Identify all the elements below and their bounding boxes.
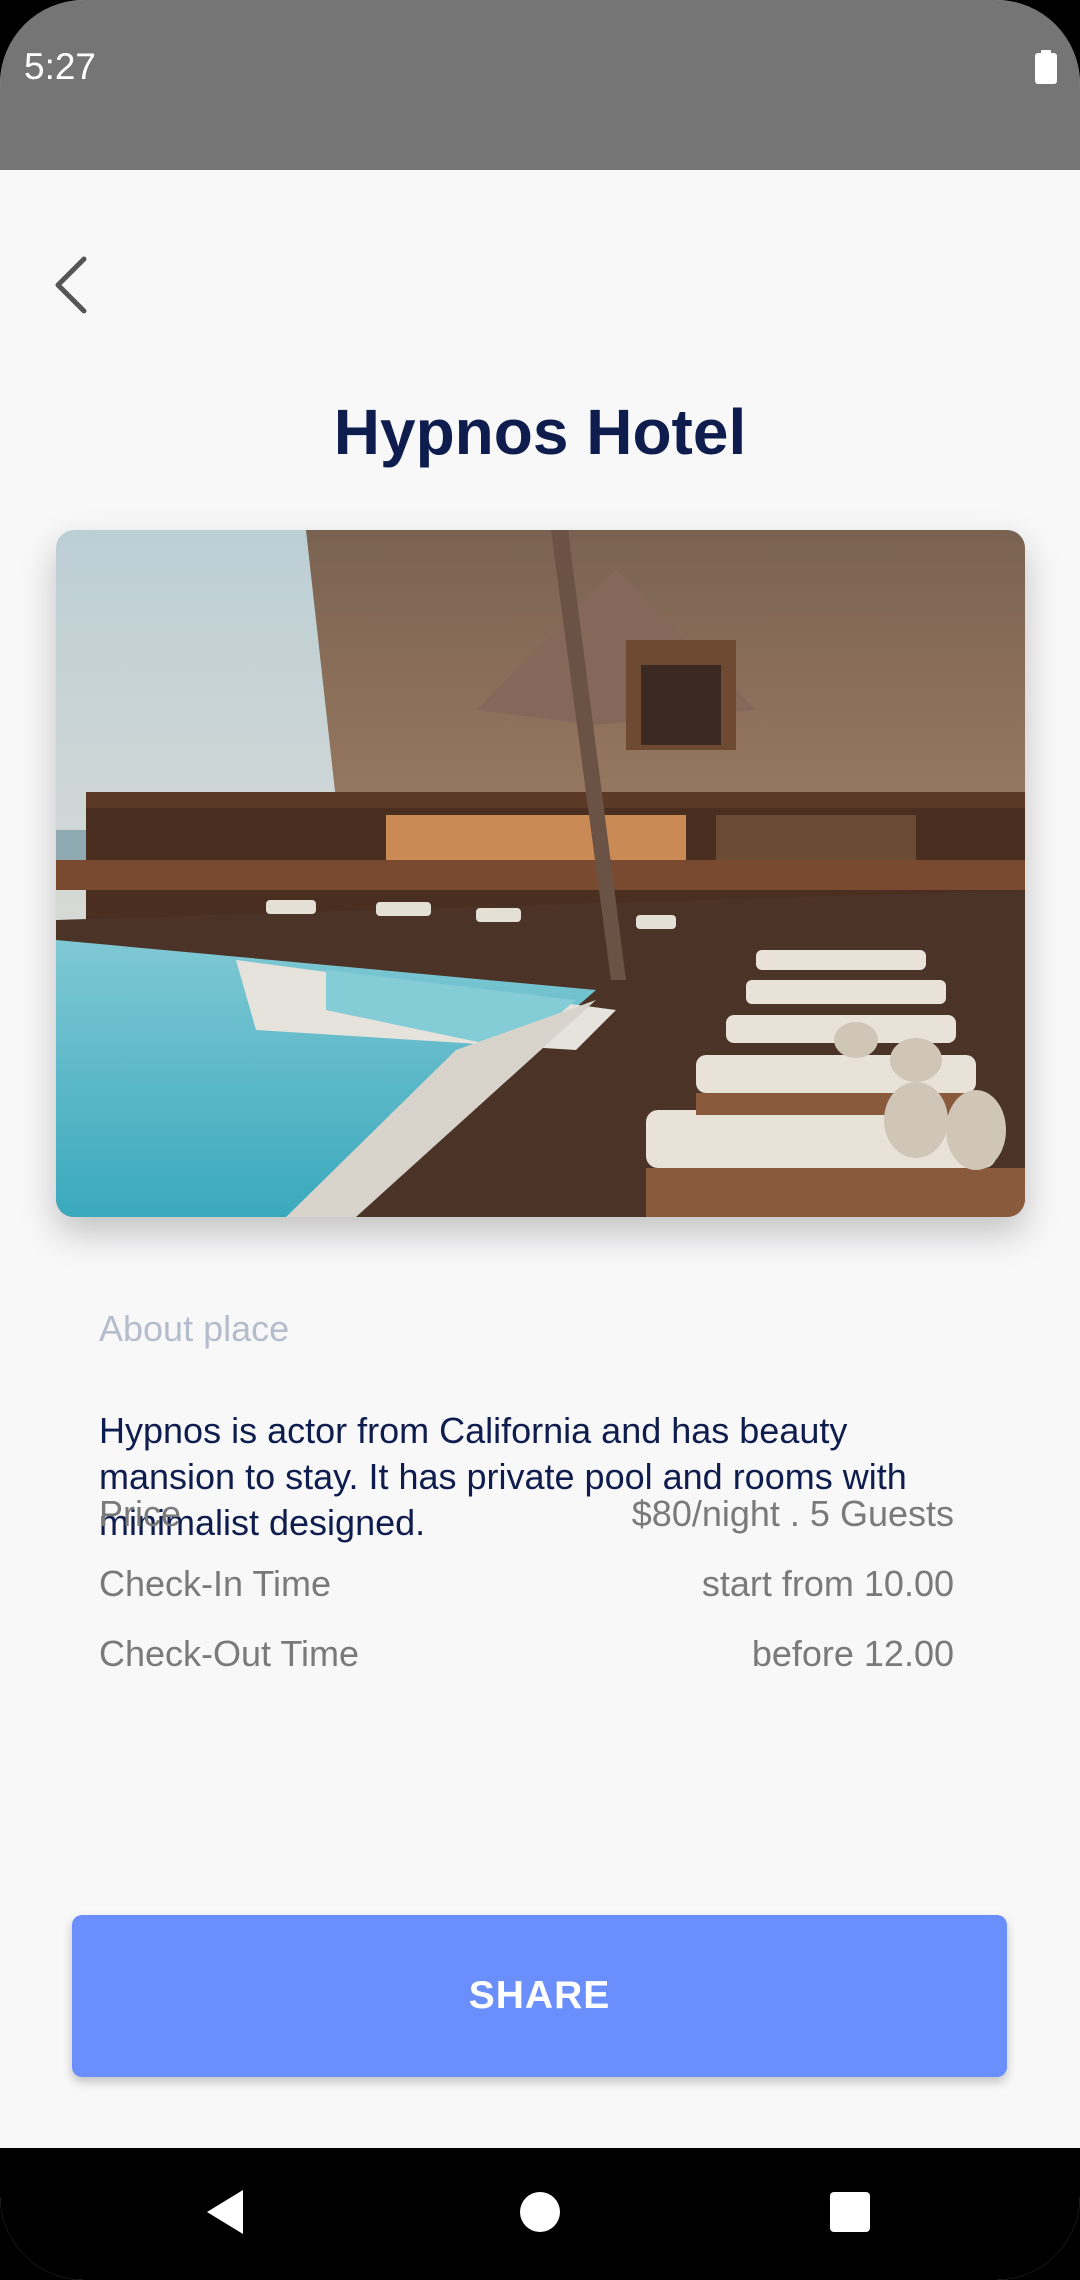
detail-row-price: Price $80/night . 5 Guests (99, 1493, 954, 1535)
about-place-label: About place (99, 1308, 290, 1349)
nav-recents-icon (829, 2191, 871, 2238)
detail-label: Check-Out Time (99, 1633, 360, 1674)
detail-row-check-out: Check-Out Time before 12.00 (99, 1633, 954, 1675)
nav-back-button[interactable] (193, 2182, 257, 2246)
back-button[interactable] (40, 255, 104, 319)
status-time: 5:27 (24, 46, 97, 87)
detail-value: $80/night . 5 Guests (631, 1493, 954, 1534)
status-bar: 5:27 (0, 0, 1080, 170)
nav-back-icon (203, 2188, 247, 2241)
share-button[interactable]: SHARE (72, 1915, 1007, 2077)
detail-label: Price (99, 1493, 182, 1534)
battery-icon (1035, 50, 1057, 84)
detail-label: Check-In Time (99, 1563, 332, 1604)
navigation-bar (0, 2148, 1080, 2280)
phone-screen: 5:27 Hypnos Hotel About place Hypnos is … (0, 0, 1080, 2280)
page-title: Hypnos Hotel (333, 396, 747, 468)
detail-row-check-in: Check-In Time start from 10.00 (99, 1563, 954, 1605)
nav-home-icon (519, 2191, 561, 2238)
detail-value: start from 10.00 (701, 1563, 954, 1604)
detail-value: before 12.00 (751, 1633, 954, 1674)
nav-home-button[interactable] (508, 2182, 572, 2246)
hotel-photo (56, 530, 1025, 1217)
hotel-detail-content: Hypnos Hotel About place Hypnos is actor… (0, 170, 1080, 2148)
chevron-left-icon (52, 255, 92, 320)
nav-recents-button[interactable] (818, 2182, 882, 2246)
